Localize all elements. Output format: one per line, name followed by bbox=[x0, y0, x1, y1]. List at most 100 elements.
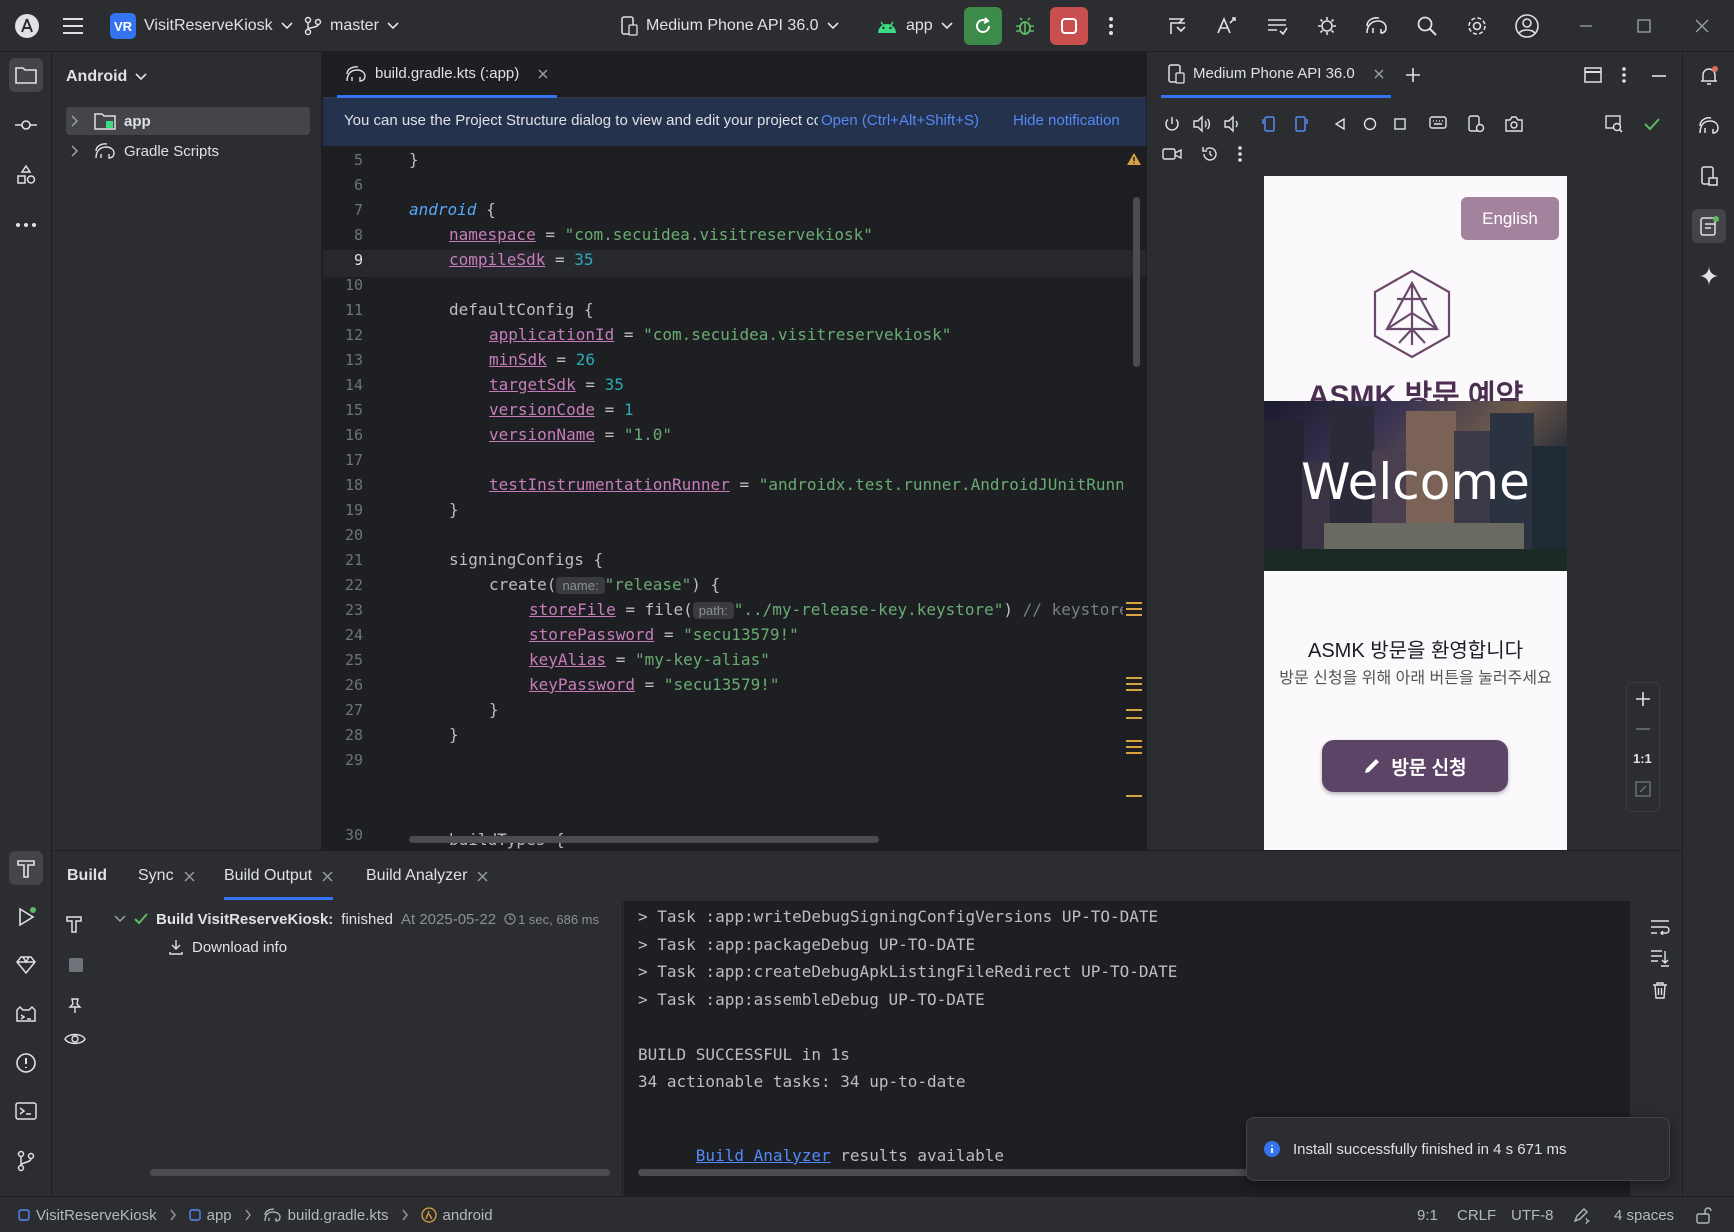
more-vertical-icon[interactable] bbox=[1621, 66, 1627, 84]
tree-item-app[interactable]: app bbox=[66, 107, 310, 135]
breadcrumb-item[interactable]: VisitReserveKiosk bbox=[36, 1207, 157, 1224]
soft-wrap-icon[interactable] bbox=[1650, 919, 1670, 935]
breadcrumb-item[interactable]: build.gradle.kts bbox=[288, 1207, 389, 1224]
breadcrumb-item[interactable]: app bbox=[207, 1207, 232, 1224]
sync-gradle-button[interactable] bbox=[1164, 13, 1190, 39]
rerun-button[interactable] bbox=[964, 7, 1002, 45]
close-tab-icon[interactable] bbox=[322, 871, 333, 882]
indent-setting[interactable]: 4 spaces bbox=[1614, 1197, 1674, 1232]
rotate-left-button[interactable] bbox=[1259, 113, 1281, 135]
notifications-button[interactable] bbox=[1692, 59, 1726, 93]
horizontal-scrollbar[interactable] bbox=[409, 836, 879, 843]
resource-manager-button[interactable] bbox=[9, 158, 43, 192]
download-info-row[interactable]: Download info bbox=[168, 935, 287, 959]
window-layout-icon[interactable] bbox=[1584, 67, 1602, 83]
device-manager-button[interactable] bbox=[1692, 159, 1726, 193]
close-tab-icon[interactable] bbox=[1373, 68, 1385, 80]
hide-notification-link[interactable]: Hide notification bbox=[1013, 112, 1120, 129]
device-more-button[interactable] bbox=[1229, 143, 1251, 165]
screenshot-button[interactable] bbox=[1503, 113, 1525, 135]
power-button[interactable] bbox=[1161, 113, 1183, 135]
zoom-in-icon[interactable] bbox=[1635, 691, 1651, 707]
more-tools-button[interactable] bbox=[9, 208, 43, 242]
screen-record-button[interactable] bbox=[1161, 143, 1183, 165]
keyboard-button[interactable] bbox=[1427, 113, 1449, 135]
open-project-structure-link[interactable]: Open (Ctrl+Alt+Shift+S) bbox=[821, 112, 979, 129]
terminal-button[interactable] bbox=[9, 1094, 43, 1128]
tree-item-gradle-scripts[interactable]: Gradle Scripts bbox=[66, 137, 310, 165]
volume-up-button[interactable] bbox=[1191, 113, 1213, 135]
maximize-window-button[interactable] bbox=[1631, 13, 1657, 39]
gradle-button[interactable] bbox=[1364, 13, 1390, 39]
code-cleanup-button[interactable] bbox=[1264, 13, 1290, 39]
tab-build-output[interactable]: Build Output bbox=[224, 867, 334, 900]
trash-icon[interactable] bbox=[1652, 981, 1668, 999]
minimize-window-button[interactable] bbox=[1573, 13, 1599, 39]
problems-button[interactable] bbox=[9, 1046, 43, 1080]
run-config-selector[interactable]: app bbox=[876, 0, 953, 52]
account-button[interactable] bbox=[1514, 13, 1540, 39]
debug-button[interactable] bbox=[1006, 7, 1044, 45]
running-devices-button[interactable] bbox=[1692, 209, 1726, 243]
more-actions-button[interactable] bbox=[1098, 13, 1124, 39]
add-device-icon[interactable] bbox=[1404, 66, 1422, 84]
translations-button[interactable] bbox=[1214, 13, 1240, 39]
android-studio-logo[interactable] bbox=[14, 0, 40, 52]
project-tool-button[interactable] bbox=[9, 58, 43, 92]
code-area[interactable]: } android { namespace = "com.secuidea.vi… bbox=[323, 146, 1123, 850]
version-control-button[interactable] bbox=[9, 1144, 43, 1178]
vertical-scrollbar[interactable] bbox=[1133, 197, 1140, 367]
close-tab-icon[interactable] bbox=[477, 871, 488, 882]
readonly-toggle[interactable] bbox=[1696, 1197, 1712, 1232]
stop-build-button[interactable] bbox=[69, 958, 83, 972]
caret-position[interactable]: 9:1 bbox=[1417, 1197, 1438, 1232]
commit-tool-button[interactable] bbox=[9, 108, 43, 142]
gemini-button[interactable] bbox=[1692, 259, 1726, 293]
breadcrumb-item[interactable]: android bbox=[443, 1207, 493, 1224]
tab-sync[interactable]: Sync bbox=[138, 867, 195, 885]
app-quality-button[interactable] bbox=[9, 948, 43, 982]
stop-button[interactable] bbox=[1050, 7, 1088, 45]
ai-assist-status[interactable] bbox=[1572, 1197, 1590, 1232]
project-selector[interactable]: VR VisitReserveKiosk bbox=[110, 0, 293, 52]
gradle-tool-button[interactable] bbox=[1692, 109, 1726, 143]
check-button[interactable] bbox=[1641, 113, 1663, 135]
search-button[interactable] bbox=[1414, 13, 1440, 39]
home-button[interactable] bbox=[1359, 113, 1381, 135]
main-menu-button[interactable] bbox=[62, 0, 84, 52]
pin-icon[interactable] bbox=[66, 997, 84, 1015]
zoom-out-icon[interactable] bbox=[1635, 721, 1651, 737]
run-tool-button[interactable] bbox=[9, 900, 43, 934]
zoom-fit-icon[interactable] bbox=[1635, 781, 1651, 797]
warning-icon[interactable] bbox=[1126, 152, 1142, 166]
device-tab[interactable]: Medium Phone API 36.0 bbox=[1161, 52, 1391, 98]
app-inspection-button[interactable] bbox=[1314, 13, 1340, 39]
install-toast[interactable]: Install successfully finished in 4 s 671… bbox=[1246, 1117, 1670, 1181]
back-button[interactable] bbox=[1329, 113, 1351, 135]
scroll-to-end-icon[interactable] bbox=[1650, 949, 1670, 967]
editor-tab-build-gradle[interactable]: build.gradle.kts (:app) bbox=[337, 52, 558, 98]
device-selector[interactable]: Medium Phone API 36.0 bbox=[620, 0, 839, 52]
eye-icon[interactable] bbox=[64, 1031, 86, 1047]
english-button[interactable]: English bbox=[1461, 197, 1559, 240]
line-separator[interactable]: CRLF bbox=[1457, 1197, 1496, 1232]
hammer-icon[interactable] bbox=[64, 914, 84, 934]
device-settings-button[interactable] bbox=[1465, 113, 1487, 135]
layout-inspector-button[interactable] bbox=[1603, 113, 1625, 135]
snapshots-button[interactable] bbox=[1199, 143, 1221, 165]
overview-button[interactable] bbox=[1389, 113, 1411, 135]
rotate-right-button[interactable] bbox=[1289, 113, 1311, 135]
close-tab-icon[interactable] bbox=[537, 68, 549, 80]
device-screen[interactable]: English ASMK 방문 예약 Welcome ASMK 방문을 환영합니… bbox=[1264, 176, 1567, 850]
branch-selector[interactable]: master bbox=[304, 0, 399, 52]
tree-horizontal-scrollbar[interactable] bbox=[150, 1169, 610, 1176]
settings-button[interactable] bbox=[1464, 13, 1490, 39]
build-analyzer-link[interactable]: Build Analyzer bbox=[696, 1146, 831, 1165]
apply-visit-button[interactable]: 방문 신청 bbox=[1322, 740, 1508, 792]
tab-build-analyzer[interactable]: Build Analyzer bbox=[366, 867, 488, 885]
file-encoding[interactable]: UTF-8 bbox=[1511, 1197, 1554, 1232]
logcat-button[interactable] bbox=[9, 998, 43, 1032]
project-view-selector[interactable]: Android bbox=[66, 68, 147, 86]
volume-down-button[interactable] bbox=[1221, 113, 1243, 135]
close-window-button[interactable] bbox=[1689, 13, 1715, 39]
